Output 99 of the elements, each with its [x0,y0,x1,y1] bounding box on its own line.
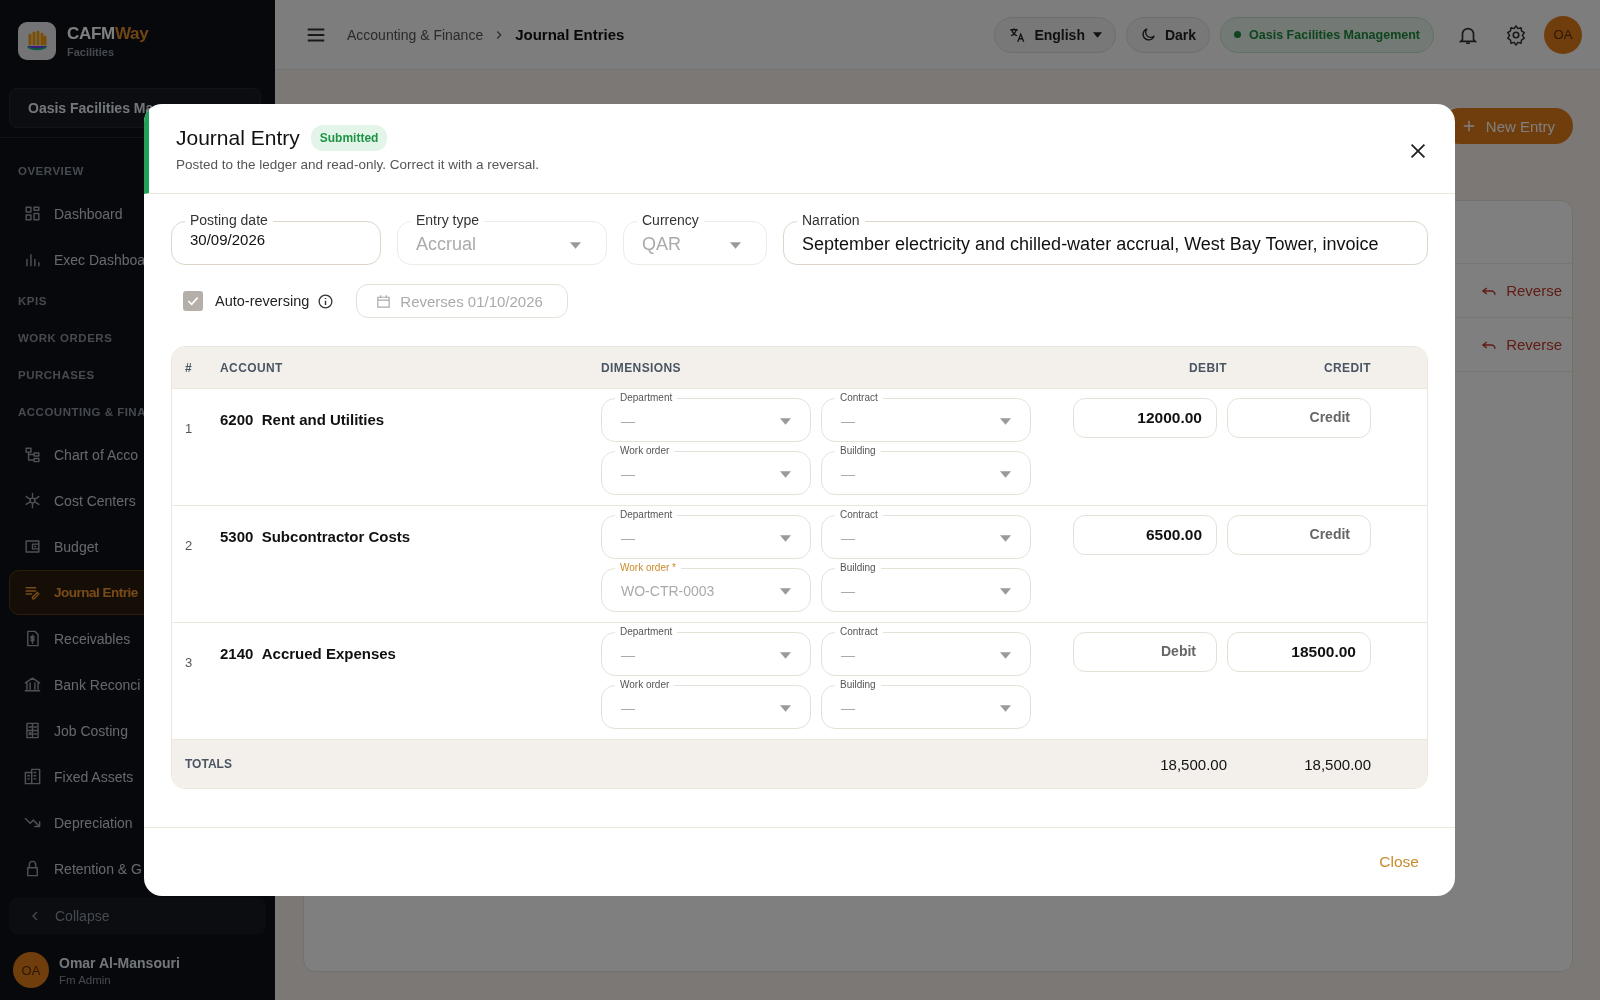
close-button[interactable]: Close [1369,847,1429,877]
account-name: 2140 Accrued Expenses [220,644,397,664]
settings-icon[interactable] [1505,23,1527,46]
bank-icon [23,675,42,694]
caret-icon [780,418,791,425]
caret-icon [780,471,791,478]
brand-name: CAFMWay [67,24,149,44]
credit-field[interactable]: Credit [1227,398,1371,438]
moon-icon [1139,26,1157,43]
column-header: ACCOUNT [220,360,284,375]
nav-item-label: Retention & G [54,860,142,877]
credit-field[interactable]: Credit [1227,515,1371,555]
status-badge: Submitted [310,125,388,151]
grid-icon [23,204,42,223]
calendar-icon [375,292,393,310]
building-icon [23,767,42,786]
caret-icon [570,242,581,249]
caret-icon [1000,652,1011,659]
theme-toggle[interactable]: Dark [1125,16,1211,53]
debit-total: 18,500.00 [1159,755,1227,773]
input-field[interactable]: Narration September electricity and chilled-water accrual, West Bay Tower, invoice [783,214,1428,265]
caret-icon [1000,535,1011,542]
account-name: 6200 Rent and Utilities [220,410,386,430]
line-number: 2 [184,537,194,555]
caret-icon [1000,418,1011,425]
nav-item[interactable]: Depreciation [9,800,266,845]
credit-field[interactable]: 18500.00 [1227,632,1371,672]
caret-icon [780,705,791,712]
wallet-icon [23,537,42,556]
dimension-select[interactable]: Work order — [601,678,811,729]
dimension-select[interactable]: Contract — [821,391,1031,442]
column-header: DIMENSIONS [601,360,682,375]
nav-item[interactable]: Job Costing [9,708,266,753]
breadcrumb-link[interactable]: Accounting & Finance [347,26,484,43]
hierarchy-icon [23,445,42,464]
nav-item-label: Job Costing [54,722,128,739]
caret-icon [780,652,791,659]
dialog-subtitle: Posted to the ledger and read-only. Correct it with a reversal. [176,157,540,172]
nav-item-label: Exec Dashboa [54,251,146,268]
column-header: CREDIT [1322,360,1371,375]
nav-item-label: Cost Centers [54,492,136,509]
nav-section-heading: ACCOUNTING & FINA [18,405,146,420]
organization-chip[interactable]: Oasis Facilities Management [1220,16,1434,53]
reverse-link[interactable]: Reverse [1474,334,1568,355]
nav-item-label: Bank Reconci [54,676,141,693]
debit-field[interactable]: 12000.00 [1073,398,1217,438]
collapse-button[interactable]: Collapse [9,898,266,934]
dimension-select[interactable]: Department — [601,391,811,442]
user-role: Fm Admin [59,973,112,986]
totals-label: TOTALS [184,757,233,771]
info-icon [317,292,335,310]
nav-item-label: Fixed Assets [54,768,134,785]
nav-item-label: Dashboard [54,205,123,222]
caret-icon [780,588,791,595]
dimension-select[interactable]: Building — [821,678,1031,729]
nav-section-heading: PURCHASES [18,368,95,383]
caret-icon [780,535,791,542]
checkbox-label: Auto-reversing [215,293,310,309]
nav-item[interactable]: Retention & G [9,846,266,891]
dimension-select[interactable]: Department — [601,625,811,676]
caret-icon [1092,31,1102,38]
nav-section-heading: WORK ORDERS [18,331,113,346]
dimension-select[interactable]: Contract — [821,625,1031,676]
nav-item[interactable]: Cost Centers [9,478,266,523]
translate-icon [1008,25,1027,44]
dimension-select[interactable]: Building — [821,561,1031,612]
caret-icon [1000,588,1011,595]
reverse-link[interactable]: Reverse [1474,280,1568,301]
breadcrumb-current: Journal Entries [515,26,625,43]
user-name: Omar Al-Mansouri [59,954,180,971]
column-header: # [184,360,194,375]
debit-field[interactable]: 6500.00 [1073,515,1217,555]
credit-total: 18,500.00 [1303,755,1371,773]
nav-section-heading: OVERVIEW [18,164,84,179]
line-number: 3 [184,654,194,672]
caret-icon [1000,471,1011,478]
nav-section-heading: KPIS [18,294,47,309]
dialog-title: Journal Entry [176,126,300,150]
dimension-select[interactable]: Work order * WO-CTR-0003 [601,561,811,612]
dimension-select[interactable]: Work order — [601,444,811,495]
dimension-select[interactable]: Building — [821,444,1031,495]
nav-item-label: Budget [54,538,99,555]
input-field[interactable]: Posting date 30/09/2026 [171,214,381,265]
nav-item-label: Journal Entrie [54,585,138,600]
column-header: DEBIT [1188,360,1227,375]
caret-icon [1000,705,1011,712]
account-name: 5300 Subcontractor Costs [220,527,412,547]
logo-icon [18,22,56,60]
dimension-select[interactable]: Department — [601,508,811,559]
nav-item-label: Chart of Acco [54,446,139,463]
calculator-icon [23,721,42,740]
caret-icon [730,242,741,249]
nav-item-label: Receivables [54,630,131,647]
debit-field[interactable]: Debit [1073,632,1217,672]
brand-subtitle: Facilities [67,46,116,58]
network-icon [23,491,42,510]
nav-item-label: Depreciation [54,814,133,831]
dimension-select[interactable]: Contract — [821,508,1031,559]
language-selector[interactable]: English [994,16,1116,53]
